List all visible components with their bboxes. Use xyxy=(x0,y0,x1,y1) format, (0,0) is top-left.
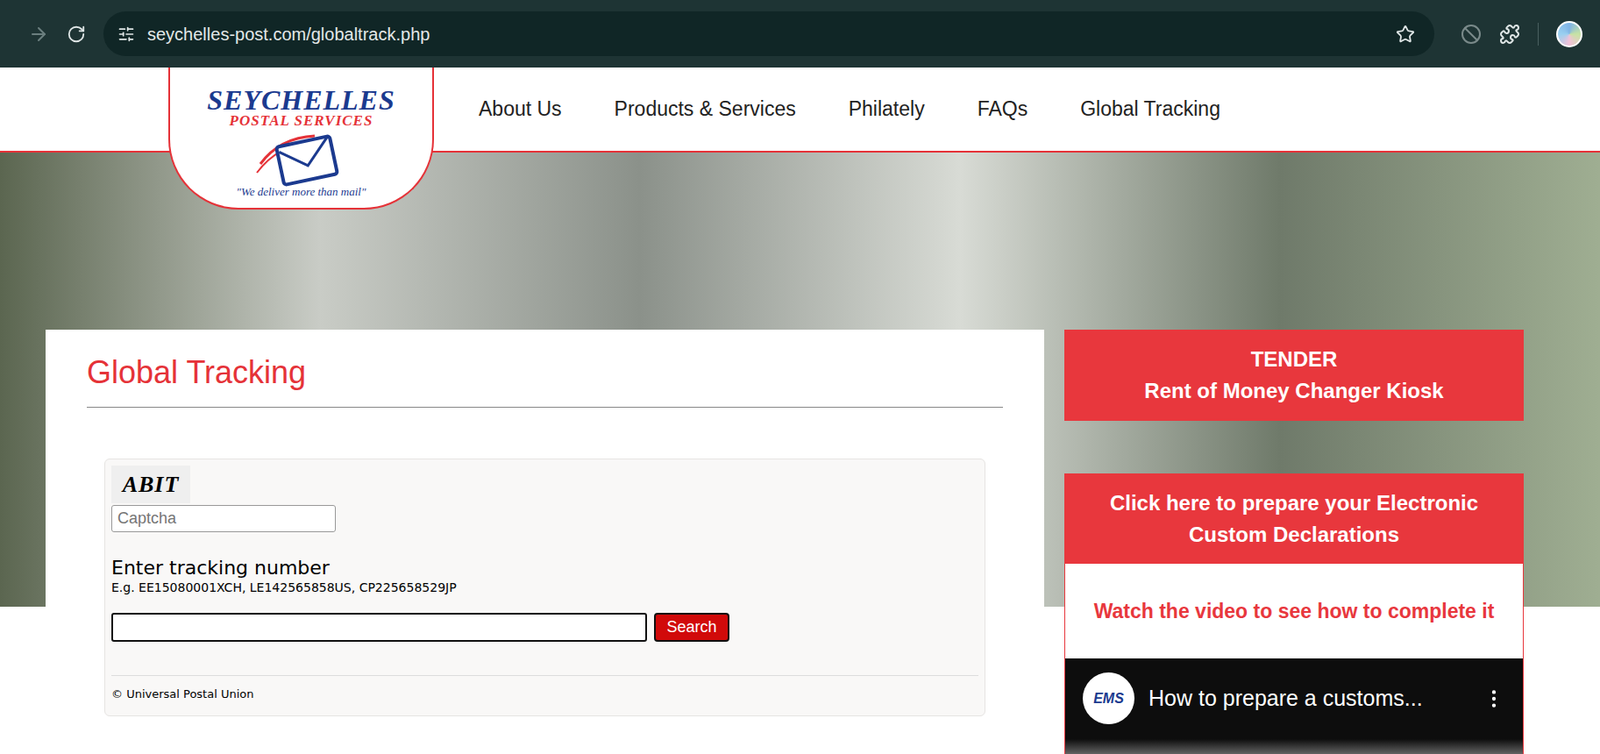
nav-item[interactable]: Philately xyxy=(848,93,925,125)
site-header: SEYCHELLESPOSTAL SERVICES"We deliver mor… xyxy=(0,67,1600,153)
nav-item[interactable]: About Us xyxy=(478,93,562,125)
tracking-widget: ABIT Enter tracking numberE.g. EE15080001… xyxy=(104,458,986,717)
declarations-banner[interactable]: Click here to prepare your Electronic Cu… xyxy=(1064,473,1524,564)
logo[interactable]: SEYCHELLESPOSTAL SERVICES "We deliver mor… xyxy=(168,67,434,210)
tracking-example: E.g. EE15080001XCH, LE142565858US, CP225… xyxy=(111,579,979,596)
video-link[interactable]: Watch the video to see how to complete i… xyxy=(1064,563,1524,659)
logo-subtitle: POSTAL SERVICES xyxy=(229,113,374,129)
address-bar[interactable]: seychelles-post.com/globaltrack.php xyxy=(103,11,1435,57)
widget-divider xyxy=(111,675,979,676)
nav-item[interactable]: FAQs xyxy=(977,93,1029,125)
forward-icon[interactable] xyxy=(28,23,50,45)
browser-toolbar: seychelles-post.com/globaltrack.php xyxy=(0,0,1600,68)
captcha-image: ABIT xyxy=(111,465,191,504)
blocked-extension-icon[interactable] xyxy=(1460,23,1482,45)
site-info-icon[interactable] xyxy=(117,25,136,43)
tracking-label: Enter tracking number xyxy=(111,556,979,580)
bookmark-star-icon[interactable] xyxy=(1395,24,1416,44)
reload-icon[interactable] xyxy=(66,24,86,44)
widget-footer: © Universal Postal Union xyxy=(111,685,979,704)
captcha-input[interactable] xyxy=(111,504,336,533)
content-area: Global Tracking ABIT Enter tracking number… xyxy=(0,152,1600,754)
search-button[interactable]: Search xyxy=(654,612,730,642)
profile-avatar-icon[interactable] xyxy=(1556,21,1583,48)
sidebar: TENDERRent of Money Changer Kiosk Click h… xyxy=(1064,329,1524,754)
main-card: Global Tracking ABIT Enter tracking number… xyxy=(45,329,1045,754)
video-player[interactable]: EMS How to prepare a customs... xyxy=(1064,658,1524,754)
tender-title: TENDER xyxy=(1251,343,1338,376)
tracking-input[interactable] xyxy=(111,612,648,642)
video-thumbnail xyxy=(1065,739,1523,754)
toolbar-divider xyxy=(1537,22,1539,46)
logo-tagline: "We deliver more than mail" xyxy=(236,183,367,201)
nav-item[interactable]: Products & Services xyxy=(614,93,797,125)
channel-logo-icon[interactable]: EMS xyxy=(1082,672,1135,725)
browser-page: seychelles-post.com/globaltrack.php SEYCH… xyxy=(0,0,1600,754)
tender-banner[interactable]: TENDERRent of Money Changer Kiosk xyxy=(1064,329,1524,421)
tender-subtitle: Rent of Money Changer Kiosk xyxy=(1144,375,1444,407)
video-title[interactable]: How to prepare a customs... xyxy=(1148,682,1469,716)
envelope-icon xyxy=(253,128,350,187)
page-title: Global Tracking xyxy=(86,352,1003,408)
extensions-icon[interactable] xyxy=(1499,23,1521,45)
main-nav: About Us Products & Services Philately FAQs… xyxy=(478,93,1221,125)
url-text[interactable]: seychelles-post.com/globaltrack.php xyxy=(147,21,1384,48)
nav-item[interactable]: Global Tracking xyxy=(1080,93,1221,125)
logo-name: SEYCHELLES xyxy=(206,86,396,114)
more-options-icon[interactable] xyxy=(1482,687,1506,711)
